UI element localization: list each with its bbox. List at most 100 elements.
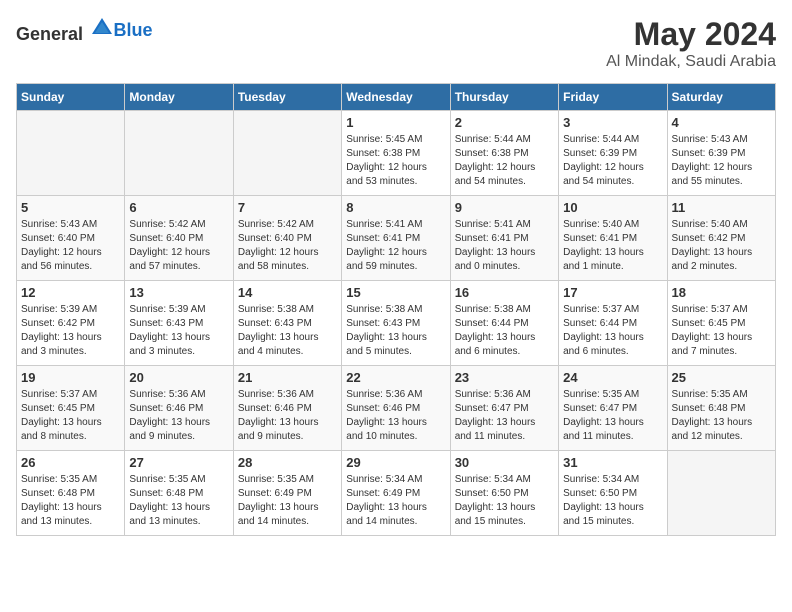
cell-line: Daylight: 13 hours (21, 416, 120, 430)
day-number: 21 (238, 370, 337, 385)
cell-line: Sunrise: 5:35 AM (563, 388, 662, 402)
calendar-cell: 10Sunrise: 5:40 AMSunset: 6:41 PMDayligh… (559, 196, 667, 281)
calendar-cell: 14Sunrise: 5:38 AMSunset: 6:43 PMDayligh… (233, 281, 341, 366)
cell-line: Sunset: 6:48 PM (21, 487, 120, 501)
cell-line: and 9 minutes. (238, 430, 337, 444)
calendar-cell: 5Sunrise: 5:43 AMSunset: 6:40 PMDaylight… (17, 196, 125, 281)
cell-line: Sunrise: 5:41 AM (455, 218, 554, 232)
day-number: 3 (563, 115, 662, 130)
location-title: Al Mindak, Saudi Arabia (606, 53, 776, 71)
cell-line: Daylight: 12 hours (129, 246, 228, 260)
calendar-cell: 3Sunrise: 5:44 AMSunset: 6:39 PMDaylight… (559, 111, 667, 196)
calendar-cell: 16Sunrise: 5:38 AMSunset: 6:44 PMDayligh… (450, 281, 558, 366)
cell-line: and 56 minutes. (21, 260, 120, 274)
day-number: 8 (346, 200, 445, 215)
cell-line: Sunset: 6:39 PM (672, 147, 771, 161)
calendar-cell: 22Sunrise: 5:36 AMSunset: 6:46 PMDayligh… (342, 366, 450, 451)
calendar-cell: 19Sunrise: 5:37 AMSunset: 6:45 PMDayligh… (17, 366, 125, 451)
logo: General Blue (16, 16, 153, 45)
cell-line: Daylight: 13 hours (563, 331, 662, 345)
day-number: 31 (563, 455, 662, 470)
cell-line: Sunrise: 5:39 AM (129, 303, 228, 317)
cell-line: Sunset: 6:49 PM (346, 487, 445, 501)
day-number: 13 (129, 285, 228, 300)
cell-line: Sunrise: 5:35 AM (672, 388, 771, 402)
calendar-week-3: 12Sunrise: 5:39 AMSunset: 6:42 PMDayligh… (17, 281, 776, 366)
cell-line: Sunrise: 5:36 AM (129, 388, 228, 402)
cell-line: Daylight: 13 hours (672, 331, 771, 345)
day-number: 20 (129, 370, 228, 385)
cell-line: Sunset: 6:38 PM (346, 147, 445, 161)
cell-line: Sunrise: 5:36 AM (238, 388, 337, 402)
cell-line: Sunset: 6:40 PM (238, 232, 337, 246)
cell-line: Sunrise: 5:37 AM (672, 303, 771, 317)
cell-line: Daylight: 12 hours (346, 246, 445, 260)
cell-line: Sunset: 6:50 PM (563, 487, 662, 501)
cell-line: Daylight: 13 hours (238, 501, 337, 515)
day-number: 9 (455, 200, 554, 215)
weekday-header-monday: Monday (125, 84, 233, 111)
cell-line: Daylight: 13 hours (346, 501, 445, 515)
day-number: 23 (455, 370, 554, 385)
calendar-cell: 25Sunrise: 5:35 AMSunset: 6:48 PMDayligh… (667, 366, 775, 451)
calendar-cell: 26Sunrise: 5:35 AMSunset: 6:48 PMDayligh… (17, 451, 125, 536)
cell-line: Daylight: 12 hours (563, 161, 662, 175)
cell-line: Daylight: 13 hours (455, 416, 554, 430)
calendar-cell: 31Sunrise: 5:34 AMSunset: 6:50 PMDayligh… (559, 451, 667, 536)
cell-line: Sunset: 6:40 PM (129, 232, 228, 246)
cell-line: Sunrise: 5:40 AM (672, 218, 771, 232)
day-number: 4 (672, 115, 771, 130)
cell-line: and 9 minutes. (129, 430, 228, 444)
cell-line: Daylight: 12 hours (346, 161, 445, 175)
cell-line: Sunset: 6:38 PM (455, 147, 554, 161)
cell-line: and 3 minutes. (129, 345, 228, 359)
calendar-cell: 1Sunrise: 5:45 AMSunset: 6:38 PMDaylight… (342, 111, 450, 196)
calendar-cell: 20Sunrise: 5:36 AMSunset: 6:46 PMDayligh… (125, 366, 233, 451)
cell-line: Daylight: 13 hours (129, 331, 228, 345)
page-header: General Blue May 2024 Al Mindak, Saudi A… (16, 16, 776, 71)
weekday-header-thursday: Thursday (450, 84, 558, 111)
day-number: 14 (238, 285, 337, 300)
logo-icon (90, 16, 114, 40)
cell-line: Sunset: 6:50 PM (455, 487, 554, 501)
cell-line: Sunrise: 5:38 AM (455, 303, 554, 317)
day-number: 22 (346, 370, 445, 385)
cell-line: and 12 minutes. (672, 430, 771, 444)
cell-line: and 15 minutes. (455, 515, 554, 529)
calendar-week-1: 1Sunrise: 5:45 AMSunset: 6:38 PMDaylight… (17, 111, 776, 196)
cell-line: Daylight: 13 hours (672, 246, 771, 260)
calendar-table: SundayMondayTuesdayWednesdayThursdayFrid… (16, 83, 776, 536)
day-number: 28 (238, 455, 337, 470)
cell-line: Sunrise: 5:35 AM (129, 473, 228, 487)
day-number: 7 (238, 200, 337, 215)
cell-line: and 8 minutes. (21, 430, 120, 444)
cell-line: Daylight: 13 hours (455, 501, 554, 515)
cell-line: and 15 minutes. (563, 515, 662, 529)
cell-line: Sunset: 6:45 PM (672, 317, 771, 331)
calendar-cell: 4Sunrise: 5:43 AMSunset: 6:39 PMDaylight… (667, 111, 775, 196)
cell-line: Sunrise: 5:39 AM (21, 303, 120, 317)
calendar-cell: 28Sunrise: 5:35 AMSunset: 6:49 PMDayligh… (233, 451, 341, 536)
logo-general: General (16, 24, 83, 44)
cell-line: Daylight: 12 hours (238, 246, 337, 260)
cell-line: Sunset: 6:46 PM (346, 402, 445, 416)
title-area: May 2024 Al Mindak, Saudi Arabia (606, 16, 776, 71)
day-number: 26 (21, 455, 120, 470)
cell-line: Sunrise: 5:35 AM (21, 473, 120, 487)
day-number: 15 (346, 285, 445, 300)
cell-line: Sunset: 6:42 PM (672, 232, 771, 246)
cell-line: and 57 minutes. (129, 260, 228, 274)
calendar-cell: 29Sunrise: 5:34 AMSunset: 6:49 PMDayligh… (342, 451, 450, 536)
cell-line: and 13 minutes. (129, 515, 228, 529)
cell-line: Daylight: 13 hours (21, 331, 120, 345)
calendar-cell (125, 111, 233, 196)
cell-line: Sunset: 6:43 PM (129, 317, 228, 331)
calendar-cell: 21Sunrise: 5:36 AMSunset: 6:46 PMDayligh… (233, 366, 341, 451)
cell-line: Sunset: 6:47 PM (563, 402, 662, 416)
cell-line: and 13 minutes. (21, 515, 120, 529)
cell-line: Sunset: 6:48 PM (129, 487, 228, 501)
cell-line: Sunset: 6:46 PM (129, 402, 228, 416)
weekday-header-sunday: Sunday (17, 84, 125, 111)
cell-line: and 53 minutes. (346, 175, 445, 189)
cell-line: and 11 minutes. (563, 430, 662, 444)
